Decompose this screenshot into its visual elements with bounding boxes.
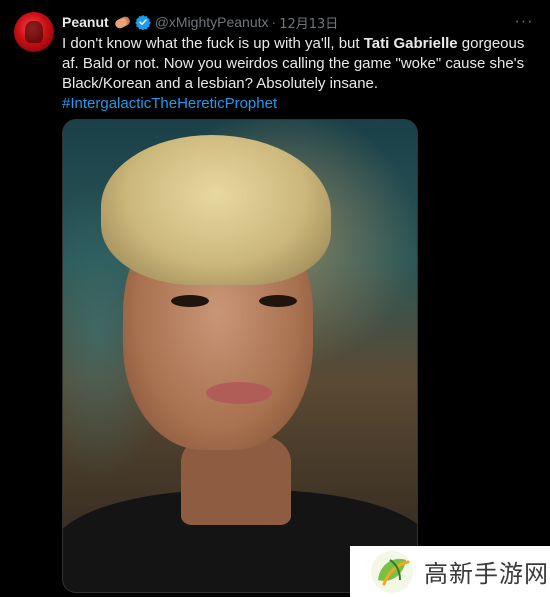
peanut-emoji-icon [113, 14, 131, 30]
photo-eye-left [171, 295, 209, 307]
tweet-media-photo[interactable] [62, 119, 418, 593]
tweet-hashtag-link[interactable]: #IntergalacticTheHereticProphet [62, 94, 537, 114]
author-avatar[interactable] [14, 12, 54, 52]
avatar-figure [25, 21, 43, 43]
photo-eye-right [259, 295, 297, 307]
author-handle[interactable]: @xMightyPeanutx [155, 14, 269, 30]
header-separator: · [271, 14, 277, 30]
photo-hair [101, 135, 331, 285]
tweet-date[interactable]: 12月13日 [279, 13, 338, 32]
leaf-logo-icon [371, 550, 413, 593]
tweet-text-part1: I don't know what the fuck is up with ya… [62, 35, 364, 52]
photo-lips [206, 382, 272, 404]
watermark-text: 高新手游网 [424, 560, 549, 588]
tweet-text-bold: Tati Gabrielle [363, 35, 458, 52]
author-name[interactable]: Peanut [62, 14, 109, 30]
more-horizontal-icon[interactable]: ··· [514, 12, 534, 32]
verified-badge-icon [134, 15, 151, 30]
site-watermark: 高新手游网 [350, 546, 550, 597]
tweet-header: Peanut @xMightyPeanutx · 12月13日 [62, 12, 338, 32]
tweet-text: I don't know what the fuck is up with ya… [62, 34, 537, 114]
